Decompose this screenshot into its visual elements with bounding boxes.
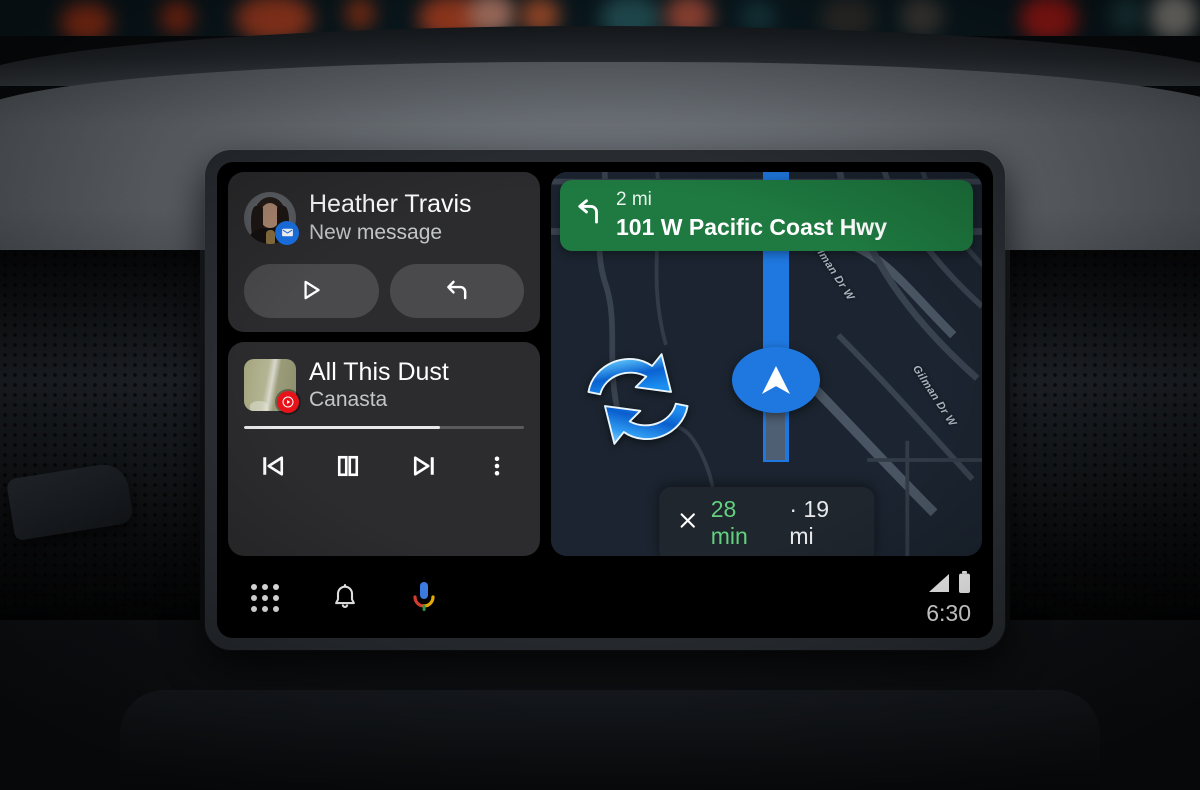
- bokeh-light: [1020, 0, 1078, 36]
- head-unit-bezel: Heather Travis New message All This Dust…: [205, 150, 1005, 650]
- bokeh-light: [160, 0, 194, 34]
- notification-card[interactable]: Heather Travis New message: [228, 172, 540, 332]
- album-art: [244, 359, 299, 413]
- notification-actions: [244, 264, 524, 318]
- turn-left-icon: [574, 197, 604, 232]
- notifications-button[interactable]: [327, 579, 363, 618]
- eta-pill[interactable]: 28 min · 19 mi: [658, 487, 875, 556]
- avatar: [244, 191, 299, 245]
- navigation-map-panel[interactable]: Gilman Dr W Gilman Dr W 2 mi 101 W Pacif…: [551, 172, 982, 556]
- status-bar: 6:30: [217, 558, 993, 638]
- bokeh-light: [60, 2, 112, 36]
- left-column: Heather Travis New message All This Dust…: [228, 172, 540, 556]
- eta-duration: 28 min: [710, 496, 748, 549]
- track-title: All This Dust: [309, 358, 449, 386]
- speaker-grille-left: [0, 250, 200, 620]
- pause-button[interactable]: [327, 445, 369, 490]
- navigation-banner-text: 2 mi 101 W Pacific Coast Hwy: [616, 188, 887, 241]
- bokeh-light: [1110, 0, 1144, 32]
- message-badge-icon: [275, 220, 299, 245]
- bokeh-light: [1150, 0, 1198, 36]
- playback-progress-fill: [244, 426, 440, 429]
- eta-separator: ·: [789, 496, 798, 522]
- play-icon: [298, 277, 324, 306]
- next-track-button[interactable]: [403, 445, 445, 490]
- bokeh-light: [235, 0, 313, 36]
- bokeh-light: [900, 0, 944, 36]
- reply-arrow-icon: [443, 276, 471, 307]
- speaker-grille-right: [1010, 250, 1200, 620]
- media-controls: [244, 445, 524, 490]
- maneuver-distance: 2 mi: [616, 189, 652, 210]
- car-interior-scene: Heather Travis New message All This Dust…: [0, 0, 1200, 790]
- skip-previous-icon: [258, 451, 288, 484]
- center-console-lip: [120, 690, 1100, 790]
- apps-grid-icon: [251, 584, 279, 612]
- media-text: All This Dust Canasta: [309, 357, 449, 413]
- status-indicators: [927, 570, 971, 599]
- bell-icon: [331, 583, 359, 614]
- media-player-card[interactable]: All This Dust Canasta: [228, 342, 540, 556]
- notification-header: Heather Travis New message: [244, 189, 524, 246]
- current-location-puck: [732, 347, 820, 413]
- screen-content: Heather Travis New message All This Dust…: [217, 162, 993, 558]
- notification-text: Heather Travis New message: [309, 189, 472, 246]
- notification-sender: Heather Travis: [309, 190, 472, 218]
- status-bar-left: [247, 576, 441, 621]
- previous-track-button[interactable]: [252, 445, 294, 490]
- play-message-button[interactable]: [244, 264, 379, 318]
- media-overflow-menu-button[interactable]: [478, 447, 516, 488]
- notification-subtitle: New message: [309, 221, 443, 244]
- skip-next-icon: [409, 451, 439, 484]
- close-x-icon[interactable]: [677, 510, 698, 536]
- playback-progress-bar[interactable]: [244, 426, 524, 429]
- navigation-chevron-icon: [762, 366, 790, 394]
- youtube-music-badge-icon: [277, 391, 299, 413]
- navigation-banner[interactable]: 2 mi 101 W Pacific Coast Hwy: [560, 180, 973, 251]
- battery-icon: [958, 570, 971, 599]
- pause-icon: [333, 451, 363, 484]
- eta-distance-group: · 19 mi: [789, 496, 856, 550]
- avatar-scarf: [266, 229, 275, 244]
- clock: 6:30: [926, 599, 971, 626]
- signal-bars-icon: [927, 572, 953, 599]
- sync-refresh-icon: [579, 340, 697, 458]
- media-header: All This Dust Canasta: [244, 357, 524, 413]
- assistant-button[interactable]: [407, 576, 441, 621]
- google-assistant-mic-icon: [411, 580, 437, 617]
- status-bar-right: 6:30: [926, 570, 971, 626]
- track-artist: Canasta: [309, 388, 388, 411]
- android-auto-screen: Heather Travis New message All This Dust…: [217, 162, 993, 638]
- reply-message-button[interactable]: [389, 264, 524, 318]
- more-vertical-icon: [484, 453, 510, 482]
- maneuver-street-name: 101 W Pacific Coast Hwy: [616, 214, 887, 240]
- bokeh-light: [345, 0, 375, 30]
- apps-grid-button[interactable]: [247, 580, 283, 616]
